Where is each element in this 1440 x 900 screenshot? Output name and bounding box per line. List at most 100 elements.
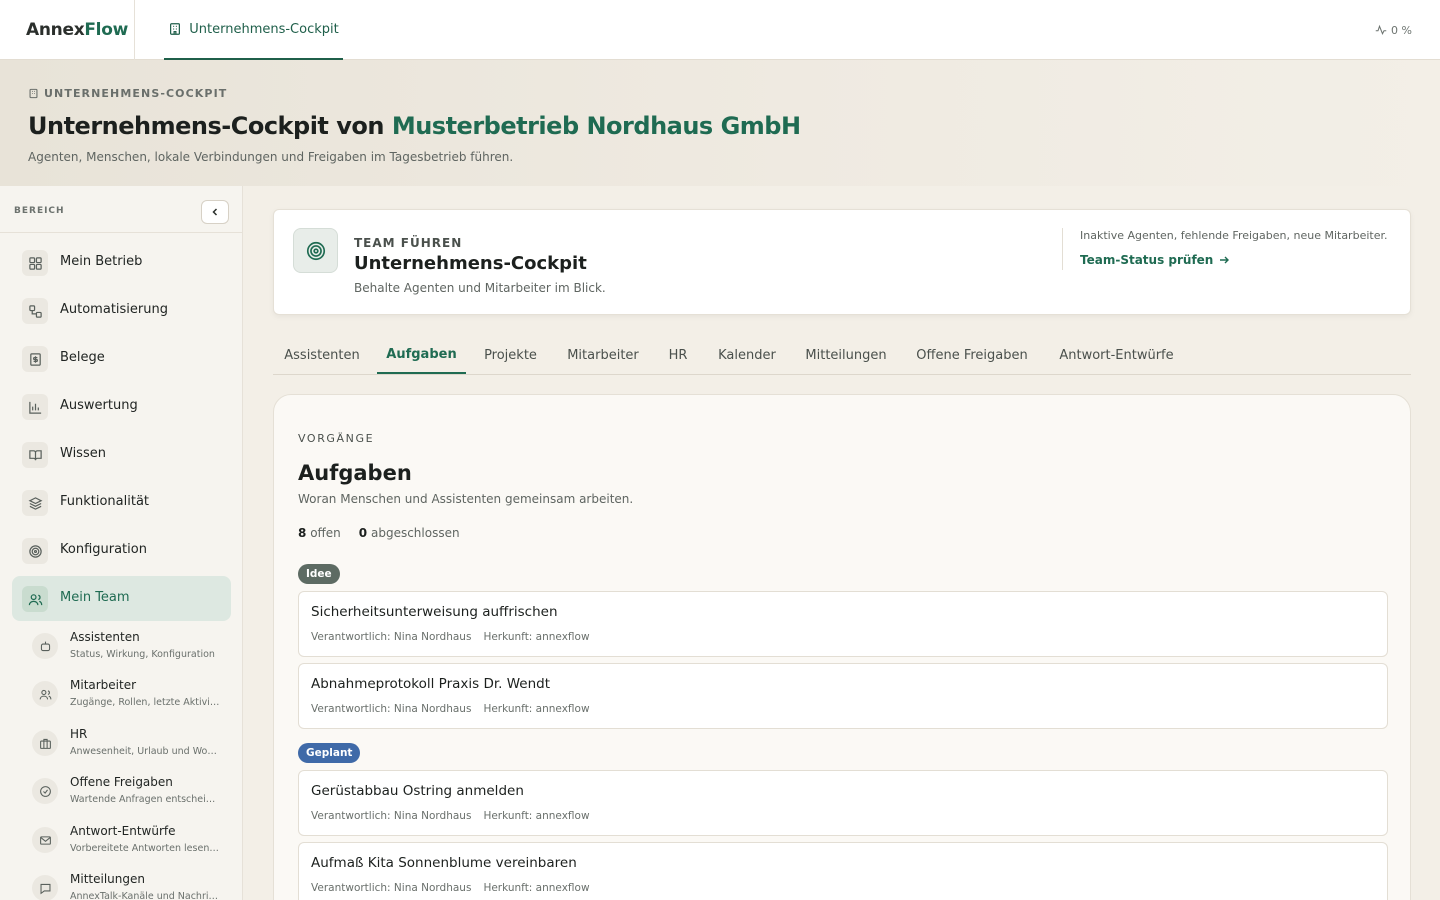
sidebar-item-automatisierung[interactable]: Automatisierung bbox=[12, 288, 231, 333]
logo-part-flow: Flow bbox=[84, 20, 128, 40]
sidebar-subitem-mitteilungen[interactable]: Mitteilungen AnnexTalk-Kanäle und Nachri… bbox=[32, 872, 232, 900]
target-icon bbox=[293, 228, 338, 273]
layers-icon bbox=[22, 490, 48, 516]
subitem-title: Mitteilungen bbox=[70, 872, 145, 886]
task-meta: Verantwortlich: Nina Nordhaus Herkunft: a… bbox=[311, 810, 590, 822]
open-count-label: offen bbox=[310, 526, 341, 540]
task-row[interactable]: Gerüstabbau Ostring anmelden Verantwortl… bbox=[298, 770, 1388, 836]
sidebar-item-auswertung[interactable]: Auswertung bbox=[12, 384, 231, 429]
tab-kalender[interactable]: Kalender bbox=[711, 336, 783, 374]
hero-kicker: UNTERNEHMENS-COCKPIT bbox=[28, 87, 227, 100]
task-origin: Herkunft: annexflow bbox=[483, 882, 590, 894]
done-count-value: 0 bbox=[358, 526, 368, 540]
tab-aufgaben[interactable]: Aufgaben bbox=[377, 336, 466, 374]
sidebar-subitem-mitarbeiter[interactable]: Mitarbeiter Zugänge, Rollen, letzte Akti… bbox=[32, 678, 232, 722]
team-card-note: Inaktive Agenten, fehlende Freigaben, ne… bbox=[1080, 229, 1388, 242]
tab-mitarbeiter[interactable]: Mitarbeiter bbox=[557, 336, 649, 374]
tasks-title: Aufgaben bbox=[298, 461, 412, 485]
subitem-title: Antwort-Entwürfe bbox=[70, 824, 176, 838]
tasks-panel: VORGÄNGE Aufgaben Woran Menschen und Ass… bbox=[273, 394, 1411, 900]
subitem-title: Mitarbeiter bbox=[70, 678, 137, 692]
sidebar-item-mein-betrieb[interactable]: Mein Betrieb bbox=[12, 240, 231, 285]
task-title: Sicherheitsunterweisung auffrischen bbox=[311, 604, 558, 620]
team-card-subtitle: Behalte Agenten und Mitarbeiter im Blick… bbox=[354, 281, 606, 295]
sidebar-item-funktionalitaet[interactable]: Funktionalität bbox=[12, 480, 231, 525]
task-counts: 8 offen 0 abgeschlossen bbox=[298, 526, 460, 540]
bot-icon bbox=[32, 633, 58, 659]
check-circle-icon bbox=[32, 778, 58, 804]
activity-metric[interactable]: 0 % bbox=[1375, 0, 1412, 60]
team-status-link[interactable]: Team-Status prüfen bbox=[1080, 253, 1230, 267]
sidebar-header-label: BEREICH bbox=[14, 206, 65, 216]
done-count: 0 abgeschlossen bbox=[359, 526, 460, 540]
subitem-description: Vorbereitete Antworten lesen … bbox=[70, 843, 220, 854]
page-hero: UNTERNEHMENS-COCKPIT Unternehmens-Cockpi… bbox=[0, 60, 1440, 186]
chevron-left-icon bbox=[212, 208, 218, 216]
receipt-icon bbox=[22, 346, 48, 372]
activity-metric-value: 0 % bbox=[1391, 23, 1412, 37]
users-icon bbox=[22, 586, 48, 612]
page-title: Unternehmens-Cockpit von Musterbetrieb N… bbox=[28, 112, 801, 140]
top-bar: Annex Flow Unternehmens-Cockpit 0 % bbox=[0, 0, 1440, 60]
task-owner: Verantwortlich: Nina Nordhaus bbox=[311, 882, 472, 894]
target-icon bbox=[22, 538, 48, 564]
section-tabs: Assistenten Aufgaben Projekte Mitarbeite… bbox=[273, 336, 1411, 375]
task-meta: Verantwortlich: Nina Nordhaus Herkunft: a… bbox=[311, 882, 590, 894]
tasks-kicker: VORGÄNGE bbox=[298, 432, 375, 445]
sidebar-item-label: Belege bbox=[60, 350, 105, 365]
subitem-title: Offene Freigaben bbox=[70, 775, 173, 789]
sidebar-collapse-button[interactable] bbox=[201, 200, 229, 224]
team-card-title: Unternehmens-Cockpit bbox=[354, 253, 587, 274]
sidebar-subitem-antwort-entwuerfe[interactable]: Antwort-Entwürfe Vorbereitete Antworten … bbox=[32, 824, 232, 868]
task-origin: Herkunft: annexflow bbox=[483, 703, 590, 715]
task-owner: Verantwortlich: Nina Nordhaus bbox=[311, 810, 472, 822]
company-name: Musterbetrieb Nordhaus GmbH bbox=[391, 112, 801, 140]
task-origin: Herkunft: annexflow bbox=[483, 631, 590, 643]
open-count: 8 offen bbox=[298, 526, 341, 540]
book-icon bbox=[22, 442, 48, 468]
status-badge-idee: Idee bbox=[298, 564, 340, 584]
sidebar-subitem-assistenten[interactable]: Assistenten Status, Wirkung, Konfigurati… bbox=[32, 630, 232, 674]
logo-part-annex: Annex bbox=[26, 20, 85, 40]
tab-mitteilungen[interactable]: Mitteilungen bbox=[797, 336, 895, 374]
sidebar-subitem-hr[interactable]: HR Anwesenheit, Urlaub und Wor… bbox=[32, 727, 232, 771]
status-badge-geplant: Geplant bbox=[298, 743, 361, 763]
tab-projekte[interactable]: Projekte bbox=[473, 336, 548, 374]
users-icon bbox=[32, 681, 58, 707]
subitem-description: Anwesenheit, Urlaub und Wor… bbox=[70, 746, 220, 757]
subitem-description: Wartende Anfragen entscheid… bbox=[70, 794, 220, 805]
mail-icon bbox=[32, 827, 58, 853]
tab-hr[interactable]: HR bbox=[660, 336, 696, 374]
task-row[interactable]: Abnahmeprotokoll Praxis Dr. Wendt Verant… bbox=[298, 663, 1388, 729]
subitem-title: Assistenten bbox=[70, 630, 140, 644]
open-count-value: 8 bbox=[298, 526, 307, 540]
tab-assistenten[interactable]: Assistenten bbox=[273, 336, 371, 374]
subitem-title: HR bbox=[70, 727, 88, 741]
task-row[interactable]: Sicherheitsunterweisung auffrischen Vera… bbox=[298, 591, 1388, 657]
sidebar-subitem-offene-freigaben[interactable]: Offene Freigaben Wartende Anfragen entsc… bbox=[32, 775, 232, 819]
briefcase-icon bbox=[32, 730, 58, 756]
building-icon bbox=[29, 88, 38, 99]
task-row[interactable]: Aufmaß Kita Sonnenblume vereinbaren Vera… bbox=[298, 842, 1388, 900]
sidebar-item-belege[interactable]: Belege bbox=[12, 336, 231, 381]
tab-offene-freigaben[interactable]: Offene Freigaben bbox=[908, 336, 1036, 374]
hero-kicker-text: UNTERNEHMENS-COCKPIT bbox=[44, 87, 228, 100]
sidebar-item-mein-team[interactable]: Mein Team bbox=[12, 576, 231, 621]
top-tab-cockpit[interactable]: Unternehmens-Cockpit bbox=[164, 0, 343, 60]
subitem-description: Status, Wirkung, Konfiguration bbox=[70, 649, 215, 660]
task-title: Gerüstabbau Ostring anmelden bbox=[311, 783, 524, 799]
sidebar-item-label: Mein Betrieb bbox=[60, 254, 143, 269]
app-logo[interactable]: Annex Flow bbox=[0, 0, 135, 60]
sidebar-item-konfiguration[interactable]: Konfiguration bbox=[12, 528, 231, 573]
task-meta: Verantwortlich: Nina Nordhaus Herkunft: a… bbox=[311, 703, 590, 715]
team-status-link-label: Team-Status prüfen bbox=[1080, 253, 1214, 267]
sidebar-header: BEREICH bbox=[0, 186, 242, 233]
page-subtitle: Agenten, Menschen, lokale Verbindungen u… bbox=[28, 150, 514, 164]
workflow-icon bbox=[22, 298, 48, 324]
task-meta: Verantwortlich: Nina Nordhaus Herkunft: a… bbox=[311, 631, 590, 643]
task-title: Aufmaß Kita Sonnenblume vereinbaren bbox=[311, 855, 577, 871]
sidebar-item-wissen[interactable]: Wissen bbox=[12, 432, 231, 477]
tab-antwort-entwuerfe[interactable]: Antwort-Entwürfe bbox=[1050, 336, 1183, 374]
subitem-description: Zugänge, Rollen, letzte Aktivität bbox=[70, 697, 220, 708]
grid-icon bbox=[22, 250, 48, 276]
